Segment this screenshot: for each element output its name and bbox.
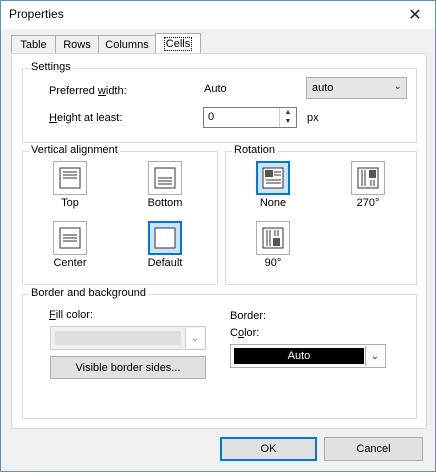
rotation-none-icon[interactable] <box>256 161 290 195</box>
ok-button[interactable]: OK <box>220 437 317 461</box>
spin-down-icon[interactable]: ▼ <box>280 117 296 126</box>
title-bar: Properties ✕ <box>1 1 435 29</box>
border-color-select[interactable]: Auto ⌄ <box>230 344 386 368</box>
valign-bottom-label: Bottom <box>147 197 183 209</box>
border-background-title: Border and background <box>29 287 148 299</box>
window-title: Properties <box>9 7 64 21</box>
width-unit-select[interactable]: auto ⌄ <box>306 77 407 99</box>
valign-default-icon[interactable] <box>148 221 182 255</box>
valign-bottom-icon[interactable] <box>148 161 182 195</box>
valign-top-icon[interactable] <box>53 161 87 195</box>
height-stepper[interactable]: 0 ▲ ▼ <box>203 107 297 128</box>
valign-center-label: Center <box>53 257 87 269</box>
settings-title: Settings <box>29 61 73 73</box>
chevron-down-icon: ⌄ <box>185 328 204 348</box>
spin-up-icon[interactable]: ▲ <box>280 108 296 117</box>
preferred-width-label: Preferred width: <box>49 85 127 97</box>
chevron-down-icon: ⌄ <box>393 81 402 92</box>
properties-dialog: Properties ✕ Table Rows Columns Cells Se… <box>0 0 436 472</box>
height-label: Height at least: <box>49 112 123 124</box>
height-unit: px <box>307 112 319 124</box>
valign-center-icon[interactable] <box>53 221 87 255</box>
tab-rows[interactable]: Rows <box>55 35 99 53</box>
tab-cells[interactable]: Cells <box>155 33 201 54</box>
rotation-90-label: 90° <box>264 257 282 269</box>
preferred-width-value: Auto <box>204 83 227 95</box>
chevron-down-icon: ⌄ <box>365 346 384 366</box>
rotation-270-label: 270° <box>356 197 380 209</box>
cancel-button[interactable]: Cancel <box>324 437 423 461</box>
valign-top-label: Top <box>61 197 79 209</box>
fill-color-label: Fill color: <box>49 309 94 321</box>
rotation-270-icon[interactable] <box>351 161 385 195</box>
border-label: Border: <box>230 310 267 322</box>
color-label: Color: <box>230 327 260 339</box>
fill-color-select[interactable]: ⌄ <box>50 326 206 350</box>
cells-tab-panel: Settings Preferred width: Auto auto ⌄ He… <box>11 53 427 429</box>
vertical-alignment-title: Vertical alignment <box>29 144 120 156</box>
tab-columns[interactable]: Columns <box>98 35 156 53</box>
visible-border-sides-button[interactable]: Visible border sides... <box>50 356 206 379</box>
border-color-swatch: Auto <box>234 348 364 364</box>
rotation-90-icon[interactable] <box>256 221 290 255</box>
rotation-title: Rotation <box>232 144 277 156</box>
valign-default-label: Default <box>147 257 183 269</box>
tab-table[interactable]: Table <box>11 35 56 53</box>
rotation-none-label: None <box>259 197 287 209</box>
close-icon[interactable]: ✕ <box>395 1 435 29</box>
